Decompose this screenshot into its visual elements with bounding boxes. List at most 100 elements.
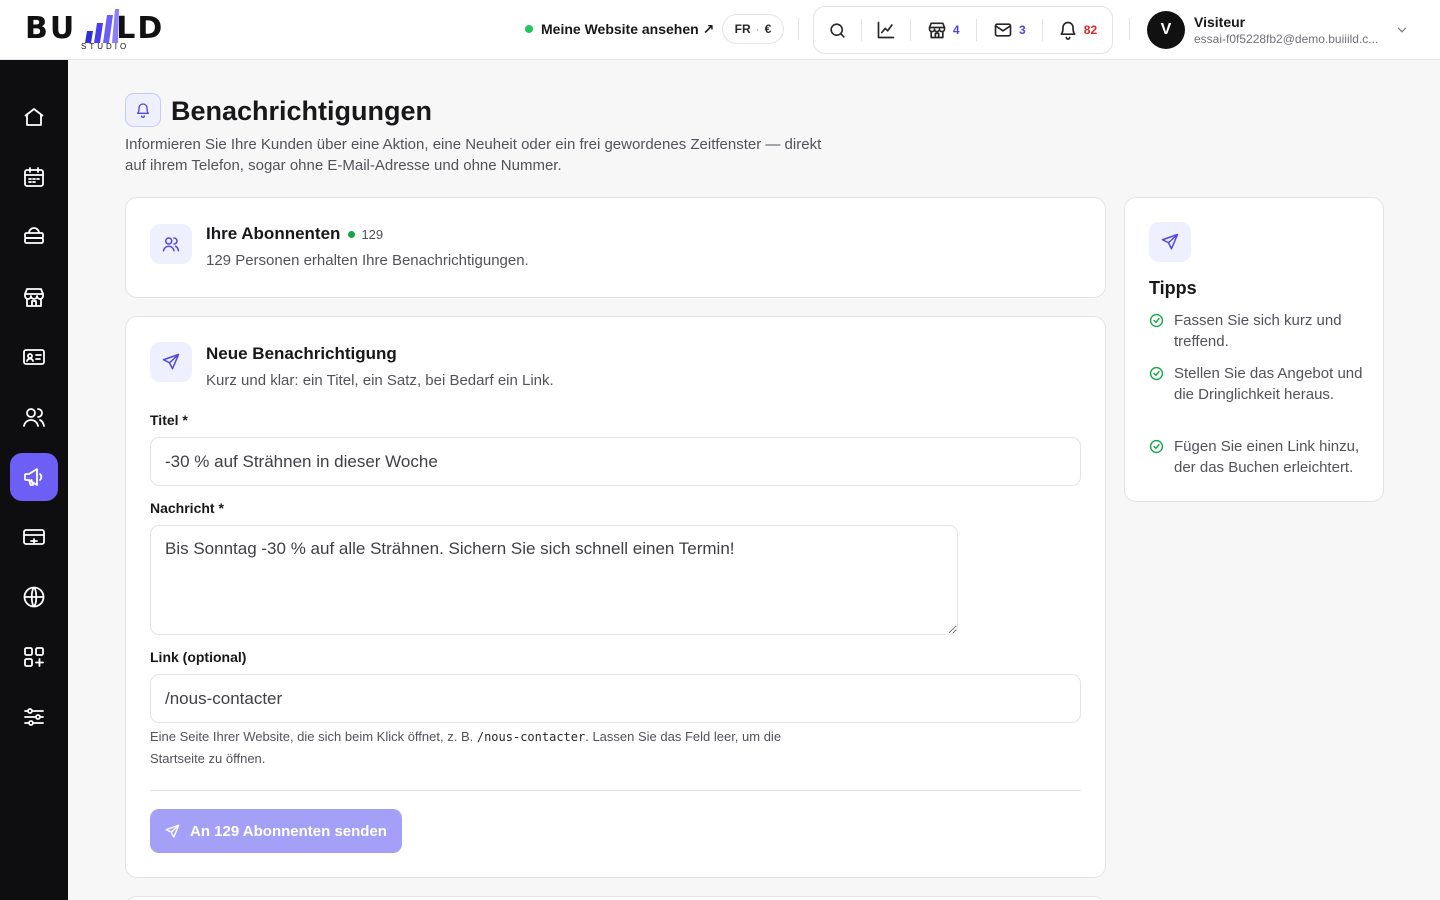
shop-count-badge: 4 [952,23,960,37]
subscribers-title: Ihre Abonnenten [206,224,341,243]
help-example-path: /nous-contacter [476,730,586,744]
sidebar-item-payments[interactable] [10,513,58,561]
online-status-dot [525,25,533,33]
payment-icon [23,529,45,545]
send-icon-box [150,342,192,382]
users-icon [23,408,45,427]
id-card-icon [23,349,45,365]
home-icon [24,108,44,126]
paper-plane-icon [162,353,180,370]
next-card [125,896,1106,900]
subscribers-count-value: 129 [361,226,384,242]
sidebar-item-calendar[interactable] [10,153,58,201]
top-bar: BU LD STUDIO Meine Website ansehen ↗ FR ·… [0,0,1440,60]
message-label: Nachricht * [150,500,224,516]
title-input[interactable] [150,437,1081,486]
sidebar-item-website[interactable] [10,573,58,621]
page-subtitle: Informieren Sie Ihre Kunden über eine Ak… [125,136,822,174]
apps-icon [24,647,44,667]
subscribers-description: 129 Personen erhalten Ihre Benachrichtig… [206,252,529,269]
page-title: Benachrichtigungen [171,96,433,126]
form-subtitle: Kurz und klar: ein Titel, ein Satz, bei … [206,372,554,389]
services-icon [24,227,44,244]
shop-button[interactable]: 4 [911,7,976,53]
view-website-label: Meine Website ansehen ↗ [541,20,715,37]
sidebar-item-store[interactable] [10,273,58,321]
currency-symbol: € [764,22,772,36]
header-actions: 4 3 82 [813,6,1113,54]
settings-sliders-icon [24,708,44,726]
tip-item: Stellen Sie das Angebot und die Dringlic… [1149,363,1364,405]
form-divider [150,790,1081,791]
language-code: FR [734,22,751,36]
notifications-button[interactable]: 82 [1043,7,1112,53]
header-divider [1129,18,1130,40]
tip-text: Fassen Sie sich kurz und treffend. [1174,312,1342,350]
search-button[interactable] [814,7,861,53]
store-icon [928,22,946,39]
header-divider [798,18,799,40]
check-circle-icon [1149,313,1164,328]
subscribers-heading: Ihre Abonnenten 129 [206,224,383,244]
brand-logo[interactable]: BU LD STUDIO [25,8,185,52]
megaphone-icon [24,468,43,486]
message-textarea[interactable]: Bis Sonntag -30 % auf alle Strähnen. Sic… [150,525,958,635]
subscribers-count: 129 [348,227,383,242]
active-dot [348,230,356,238]
subscribers-icon-box [150,224,192,264]
tips-icon-box [1149,222,1191,262]
mail-count-badge: 3 [1019,23,1026,37]
link-label: Link (optional) [150,649,247,665]
paper-plane-icon [165,824,180,838]
calendar-icon [24,167,44,187]
sidebar-item-settings[interactable] [10,693,58,741]
tip-item: Fassen Sie sich kurz und treffend. [1149,310,1364,352]
link-input[interactable] [150,674,1081,723]
bell-icon [137,103,149,118]
users-icon [162,237,180,252]
user-info: Visiteur essai-f0f5228fb2@demo.buiiild.c… [1194,14,1389,47]
paper-plane-icon [1161,233,1179,250]
title-label: Titel * [150,412,188,428]
sidebar-item-customers[interactable] [10,393,58,441]
sidebar [0,60,68,900]
view-website-link[interactable]: Meine Website ansehen ↗ [525,18,714,40]
send-notification-button[interactable]: An 129 Abonnenten senden [150,809,402,853]
globe-icon [23,586,45,608]
check-circle-icon [1149,366,1164,381]
user-menu[interactable]: V Visiteur essai-f0f5228fb2@demo.buiiild… [1147,11,1407,49]
bell-icon [1060,21,1076,40]
chart-line-icon [877,21,895,39]
user-name: Visiteur [1194,13,1246,30]
messages-button[interactable]: 3 [977,7,1042,53]
tips-title: Tipps [1149,278,1197,298]
tip-text: Stellen Sie das Angebot und die Dringlic… [1174,365,1363,403]
store-icon [24,288,44,307]
tips-card: Tipps Fassen Sie sich kurz und treffend.… [1124,197,1384,502]
chevron-down-icon [1397,27,1407,33]
user-email: essai-f0f5228fb2@demo.buiiild.c... [1194,31,1379,46]
logo-bars-icon [85,9,119,43]
subscribers-card: Ihre Abonnenten 129 129 Personen erhalte… [125,197,1106,298]
tip-item: Fügen Sie einen Link hinzu, der das Buch… [1149,436,1364,478]
sidebar-item-notifications[interactable] [10,453,58,501]
avatar: V [1147,11,1185,49]
send-button-label: An 129 Abonnenten senden [190,822,387,840]
logo-subtitle: STUDIO [81,42,130,51]
language-currency-switcher[interactable]: FR · € [722,14,784,44]
page-title-icon [125,93,161,127]
link-help-text: Eine Seite Ihrer Website, die sich beim … [150,729,782,766]
bell-count-badge: 82 [1083,23,1098,37]
mail-icon [994,23,1012,37]
sidebar-item-home[interactable] [10,93,58,141]
check-circle-icon [1149,439,1164,454]
stats-button[interactable] [862,7,909,53]
new-notification-card: Neue Benachrichtigung Kurz und klar: ein… [125,316,1106,878]
tip-text: Fügen Sie einen Link hinzu, der das Buch… [1174,438,1360,476]
sidebar-item-contacts[interactable] [10,333,58,381]
form-title: Neue Benachrichtigung [206,344,397,363]
search-icon [830,22,845,38]
pill-separator: · [755,22,760,36]
sidebar-item-apps[interactable] [10,633,58,681]
sidebar-item-services[interactable] [10,213,58,261]
